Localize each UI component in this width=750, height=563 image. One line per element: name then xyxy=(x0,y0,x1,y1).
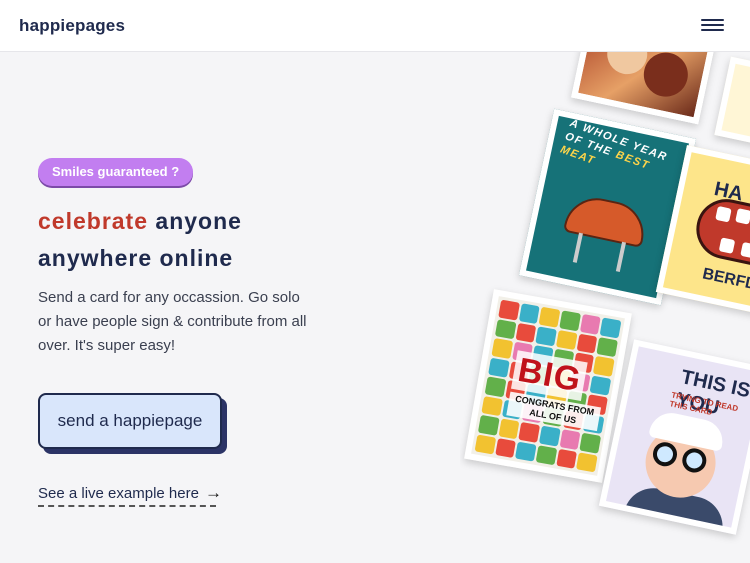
send-happiepage-button[interactable]: send a happiepage xyxy=(38,393,222,449)
face-tile xyxy=(596,336,619,358)
top-navbar: happiepages xyxy=(0,0,750,52)
hamburger-menu-icon[interactable] xyxy=(698,15,728,37)
tooth xyxy=(718,237,736,254)
menu-bar xyxy=(701,19,724,21)
grill-leg xyxy=(615,241,626,272)
face-tile xyxy=(515,441,537,462)
face-tile xyxy=(518,421,541,443)
face-tile xyxy=(559,429,581,450)
mouth-shape xyxy=(690,193,750,271)
arrow-right-icon: → xyxy=(204,483,222,502)
headline-rest: anyone xyxy=(148,208,242,234)
headline-line2: anywhere online xyxy=(38,245,234,271)
face-tile xyxy=(593,355,615,377)
face-tile xyxy=(576,333,598,354)
face-tile xyxy=(484,376,507,397)
couple-card-image xyxy=(571,52,719,125)
face-tile xyxy=(559,310,581,331)
menu-bar xyxy=(701,29,724,31)
face-tile xyxy=(498,299,520,321)
hero-headline: celebrate anyone anywhere online xyxy=(38,203,338,277)
face-tile xyxy=(589,375,612,396)
headline-accent: celebrate xyxy=(38,208,149,234)
bbq-card-text: A WHOLE YEAR OF THE BEST MEAT xyxy=(558,116,690,198)
tooth xyxy=(735,208,750,225)
face-tile xyxy=(538,425,561,447)
hair-shape xyxy=(639,52,692,101)
face-tile xyxy=(498,418,520,439)
menu-bar xyxy=(701,24,724,26)
face-tile xyxy=(515,322,537,343)
hero-description: Send a card for any occassion. Go solo o… xyxy=(38,289,307,354)
face-tile xyxy=(518,303,541,324)
live-example-label: See a live example here xyxy=(38,485,199,502)
face-tile xyxy=(494,318,517,340)
face-tile xyxy=(535,325,557,347)
grill-shape xyxy=(562,192,650,248)
yellow-card-image xyxy=(714,56,750,148)
card-collage: A WHOLE YEAR OF THE BEST MEAT HA BERFD B… xyxy=(460,52,750,563)
face-tile xyxy=(555,448,578,469)
face-tile xyxy=(579,432,602,454)
face-tile xyxy=(477,414,500,436)
tooth xyxy=(715,205,732,223)
face-tile xyxy=(494,437,517,459)
face-tile xyxy=(488,357,510,378)
face-tile xyxy=(535,444,558,466)
big-congrats-card-image: BIG CONGRATS FROM ALL OF US xyxy=(464,289,632,483)
face-tile xyxy=(538,306,561,328)
face-tile xyxy=(474,434,496,455)
face-tile xyxy=(579,313,602,335)
face-tile xyxy=(576,451,598,473)
tooth xyxy=(740,241,750,259)
grill-leg xyxy=(572,232,583,263)
face-tile xyxy=(555,329,578,351)
live-example-link[interactable]: See a live example here → xyxy=(38,483,222,507)
face-tile xyxy=(481,395,503,417)
face-tile xyxy=(600,317,622,338)
teeth-card-bottom-text: BERFD xyxy=(700,265,750,294)
site-logo[interactable]: happiepages xyxy=(19,16,125,36)
face-tile xyxy=(491,337,513,359)
smiles-guaranteed-badge: Smiles guaranteed ? xyxy=(38,158,194,186)
